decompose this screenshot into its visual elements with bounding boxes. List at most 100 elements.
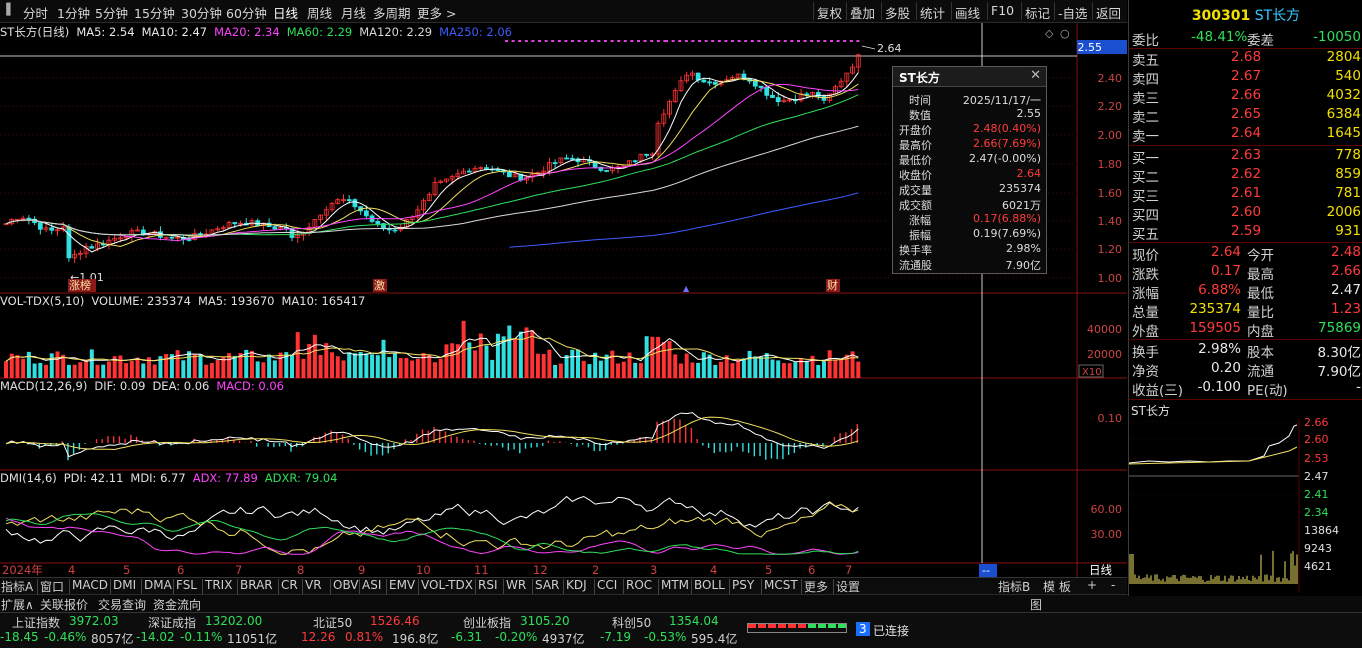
- tool-button-1[interactable]: 叠加: [850, 3, 875, 22]
- volume-bar: [638, 363, 643, 378]
- mini-vol-label: 4621: [1304, 560, 1332, 573]
- indicator-right-tab-1[interactable]: 模 板: [1043, 578, 1071, 595]
- close-icon[interactable]: ✕: [1030, 68, 1041, 83]
- index-name[interactable]: 科创50: [612, 614, 651, 631]
- volume-bar: [570, 349, 575, 378]
- signal-dot: [650, 40, 654, 42]
- indicator-tab-18[interactable]: CCI: [597, 578, 617, 592]
- period-tab-5[interactable]: 60分钟: [226, 3, 267, 22]
- indicator-tab-25[interactable]: 设置: [836, 578, 860, 595]
- indicator-right-tab-2[interactable]: +: [1087, 578, 1097, 592]
- ma-label-2: MA20: 2.34: [214, 25, 280, 39]
- period-tab-2[interactable]: 5分钟: [95, 3, 128, 22]
- period-tab-6[interactable]: 日线: [273, 3, 298, 22]
- volume-bar: [576, 349, 580, 378]
- candle-body: [506, 171, 512, 178]
- index-name[interactable]: 上证指数: [12, 614, 60, 631]
- tool-button-8[interactable]: 返回: [1096, 3, 1121, 22]
- indicator-tab-19[interactable]: ROC: [626, 578, 652, 592]
- indicator-tab-14[interactable]: RSI: [478, 578, 498, 592]
- mini-chart-title: ST长方: [1131, 403, 1170, 418]
- tool-button-6[interactable]: 标记: [1025, 3, 1050, 22]
- indicator-tab-7[interactable]: BRAR: [240, 578, 273, 592]
- ext-tab-2[interactable]: 交易查询: [98, 596, 146, 613]
- tool-button-5[interactable]: F10: [991, 3, 1014, 18]
- tool-button-7[interactable]: -自选: [1058, 3, 1088, 22]
- macd-title-item-1: DIF: 0.09: [94, 379, 146, 393]
- index-name[interactable]: 深证成指: [148, 614, 196, 631]
- ext-tab-0[interactable]: 扩展∧: [1, 596, 34, 613]
- indicator-tab-15[interactable]: WR: [506, 578, 526, 592]
- tool-button-2[interactable]: 多股: [885, 3, 910, 22]
- weibi-label: 委比: [1132, 33, 1159, 49]
- chart-toggle[interactable]: 图: [1030, 596, 1042, 613]
- indicator-tab-6[interactable]: TRIX: [205, 578, 232, 592]
- indicator-tab-4[interactable]: DMA: [144, 578, 172, 592]
- indicator-tab-17[interactable]: KDJ: [566, 578, 587, 592]
- volume-bar: [719, 361, 723, 378]
- circle-icon: ○: [1060, 27, 1070, 40]
- signal-dot: [531, 40, 535, 42]
- price-axis-label: 1.40: [1098, 215, 1123, 228]
- info-value: 2.47(-0.00%): [969, 152, 1041, 165]
- indicator-tab-23[interactable]: MCST: [764, 578, 798, 592]
- index-name[interactable]: 创业板指: [463, 614, 511, 631]
- indicator-right-tab-0[interactable]: 指标B: [998, 578, 1030, 595]
- ma-label-4: MA120: 2.29: [359, 25, 433, 39]
- tool-button-3[interactable]: 统计: [920, 3, 945, 22]
- index-name[interactable]: 北证50: [313, 614, 352, 631]
- indicator-tab-10[interactable]: OBV: [333, 578, 359, 592]
- tool-button-4[interactable]: 画线: [955, 3, 980, 22]
- divider: [1129, 242, 1362, 243]
- signal-dot: [810, 40, 814, 42]
- tool-button-0[interactable]: 复权: [817, 3, 842, 22]
- period-tab-8[interactable]: 月线: [341, 3, 366, 22]
- mini-price-line: [1129, 424, 1298, 464]
- mini-volume-bars: [1129, 550, 1298, 584]
- indicator-tab-5[interactable]: FSL: [176, 578, 197, 592]
- kline-chart[interactable]: 2.55 2.40 2.20 2.00 1.80 1.60 1.40 1.20 1.00 2.64…: [0, 23, 1127, 578]
- ext-tab-1[interactable]: 关联报价: [40, 596, 88, 613]
- volume-bar: [364, 353, 369, 378]
- candle-body: [352, 199, 358, 208]
- indicator-tab-3[interactable]: DMI: [113, 578, 136, 592]
- month-label: 12: [533, 563, 548, 577]
- indicator-right-tab-3[interactable]: -: [1111, 578, 1115, 592]
- period-tab-9[interactable]: 多周期: [373, 3, 411, 22]
- stat-value2: 7.90亿: [1317, 364, 1361, 380]
- index-pct: -0.11%: [180, 630, 223, 644]
- indicator-tab-9[interactable]: VR: [305, 578, 322, 592]
- period-tab-4[interactable]: 30分钟: [181, 3, 222, 22]
- info-row: 最高价 2.66(7.69%): [899, 137, 1041, 152]
- adx-line: [5, 517, 859, 555]
- indicator-tab-2[interactable]: MACD: [72, 578, 108, 592]
- candle-body: [49, 227, 55, 231]
- sell-price: 2.67: [1231, 68, 1262, 84]
- signal-dot: [544, 40, 548, 42]
- ext-tab-3[interactable]: 资金流向: [153, 596, 201, 613]
- collapse-icon[interactable]: ▐: [2, 3, 10, 16]
- indicator-tab-11[interactable]: ASI: [362, 578, 381, 592]
- indicator-tab-13[interactable]: VOL-TDX: [421, 578, 473, 592]
- intraday-mini-chart[interactable]: ST长方 2.66 2.60 2.53 2.47 2.41 2.34 13864 9243 462…: [1129, 401, 1362, 593]
- period-tab-7[interactable]: 周线: [307, 3, 332, 22]
- indicator-tab-12[interactable]: EMV: [389, 578, 415, 592]
- indicator-tab-0[interactable]: 指标A: [1, 578, 33, 595]
- volume-bar: [267, 354, 272, 378]
- period-tab-0[interactable]: 分时: [23, 3, 48, 22]
- period-tab-3[interactable]: 15分钟: [134, 3, 175, 22]
- period-tab-10[interactable]: 更多 >: [417, 3, 456, 22]
- indicator-tab-16[interactable]: SAR: [535, 578, 559, 592]
- vol-title-item-1: VOLUME: 235374: [91, 294, 191, 308]
- volume-bar: [204, 364, 209, 378]
- stat-value: -0.100: [1197, 379, 1241, 395]
- volume-bar: [352, 353, 357, 378]
- indicator-tab-24[interactable]: 更多: [804, 578, 828, 595]
- signal-dot: [597, 40, 601, 42]
- indicator-tab-21[interactable]: BOLL: [694, 578, 725, 592]
- indicator-tab-8[interactable]: CR: [281, 578, 298, 592]
- period-tab-1[interactable]: 1分钟: [57, 3, 90, 22]
- indicator-tab-1[interactable]: 窗口: [40, 578, 64, 595]
- indicator-tab-20[interactable]: MTM: [661, 578, 689, 592]
- indicator-tab-22[interactable]: PSY: [732, 578, 754, 592]
